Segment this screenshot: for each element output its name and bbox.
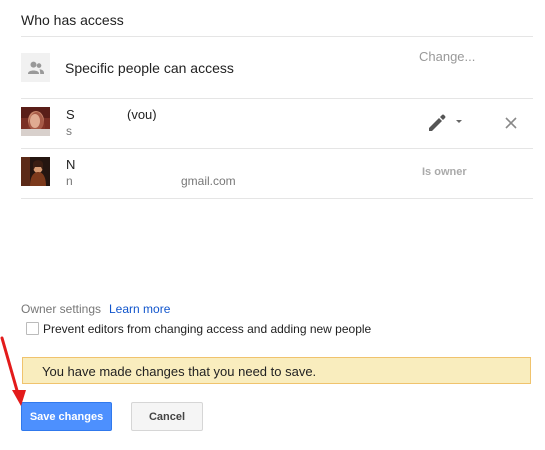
people-icon	[21, 53, 50, 82]
person-email: s	[66, 124, 72, 138]
prevent-editors-checkbox[interactable]	[26, 322, 39, 335]
learn-more-link[interactable]: Learn more	[109, 302, 170, 316]
close-icon[interactable]	[505, 116, 517, 129]
prevent-editors-label[interactable]: Prevent editors from changing access and…	[43, 322, 371, 336]
avatar	[21, 157, 50, 186]
owner-badge: Is owner	[422, 166, 467, 178]
divider	[21, 98, 533, 99]
save-changes-button[interactable]: Save changes	[21, 402, 112, 431]
change-link[interactable]: Change...	[419, 49, 475, 64]
person-you-tag: (vou)	[127, 107, 157, 122]
avatar	[21, 107, 50, 136]
sharing-dialog: Who has access Specific people can acces…	[0, 0, 545, 450]
red-arrow-annotation	[0, 336, 26, 406]
redaction	[74, 121, 188, 181]
divider	[21, 198, 533, 199]
owner-settings-label: Owner settings	[21, 302, 102, 316]
person-name: N	[66, 157, 76, 172]
unsaved-changes-text: You have made changes that you need to s…	[42, 364, 317, 379]
person-email-domain: gmail.com	[181, 174, 236, 188]
divider	[21, 36, 533, 37]
person-name: S	[66, 107, 75, 122]
link-sharing-label: Specific people can access	[65, 60, 234, 76]
person-email: n	[66, 174, 73, 188]
dialog-title: Who has access	[21, 12, 124, 28]
cancel-button[interactable]: Cancel	[131, 402, 203, 431]
divider	[21, 148, 533, 149]
pencil-icon[interactable]	[426, 111, 464, 133]
